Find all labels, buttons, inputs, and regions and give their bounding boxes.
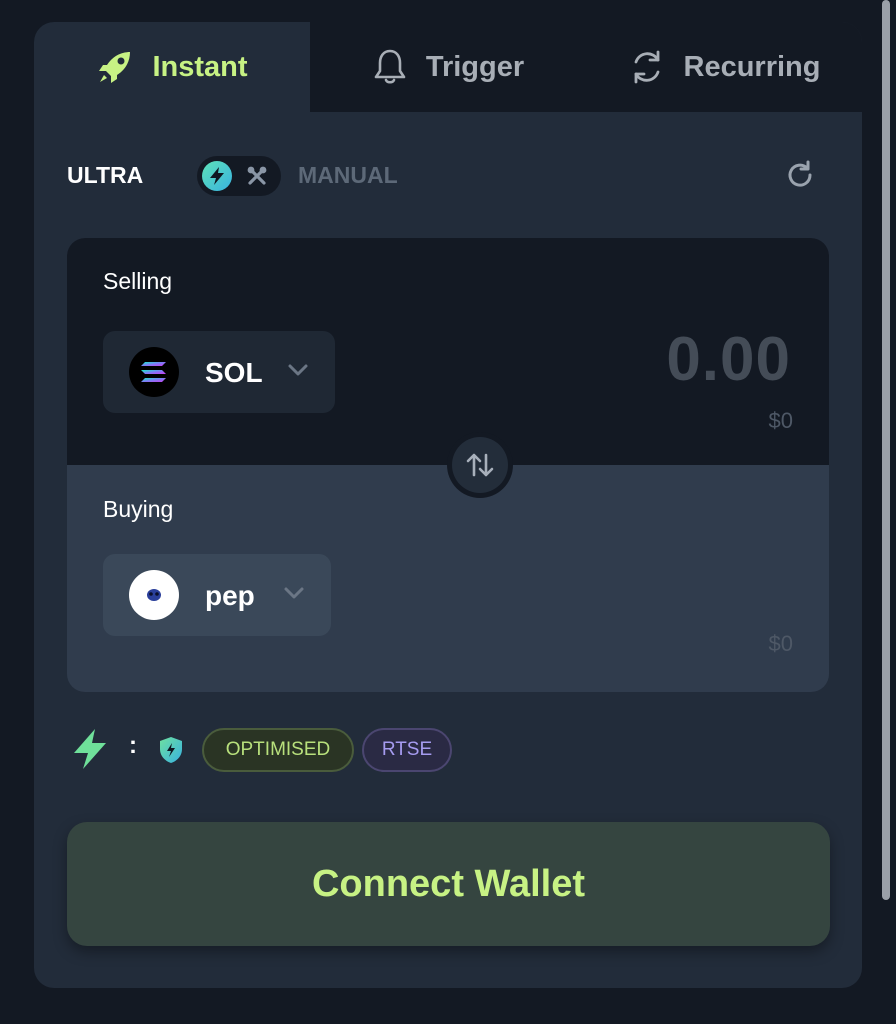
rtse-badge[interactable]: RTSE xyxy=(362,728,452,772)
swap-card: Instant Trigger Recurring ULTRA MANUAL S… xyxy=(34,22,862,988)
route-badges: : OPTIMISED RTSE xyxy=(71,726,671,772)
recurring-icon xyxy=(628,48,666,86)
rocket-icon xyxy=(96,48,134,86)
selling-label: Selling xyxy=(103,268,173,294)
swap-direction-button[interactable] xyxy=(447,432,513,498)
ultra-label[interactable]: ULTRA xyxy=(67,162,143,189)
page-scrollbar[interactable] xyxy=(882,0,890,900)
tab-trigger[interactable]: Trigger xyxy=(310,22,586,112)
selling-usd-value: $0 xyxy=(768,408,793,433)
tab-instant[interactable]: Instant xyxy=(34,22,310,112)
selling-token-symbol: SOL xyxy=(205,357,263,388)
swap-form: Selling SOL 0.00 $0 Buying pep $0 xyxy=(67,238,829,692)
ultra-manual-toggle[interactable] xyxy=(197,156,281,196)
manual-label[interactable]: MANUAL xyxy=(298,162,398,189)
buying-label: Buying xyxy=(103,496,174,522)
chevron-down-icon xyxy=(283,586,305,605)
bell-icon xyxy=(372,48,408,86)
tab-recurring[interactable]: Recurring xyxy=(586,22,862,112)
tab-trigger-label: Trigger xyxy=(425,50,525,83)
connect-wallet-button[interactable]: Connect Wallet xyxy=(67,822,830,946)
lightning-icon xyxy=(71,728,109,775)
mode-row: ULTRA MANUAL xyxy=(67,156,827,196)
buying-usd-value: $0 xyxy=(768,631,793,656)
refresh-icon[interactable] xyxy=(783,158,817,197)
lightning-icon xyxy=(202,161,232,191)
selling-section: Selling SOL 0.00 $0 xyxy=(67,238,829,465)
optimised-badge[interactable]: OPTIMISED xyxy=(202,728,354,772)
badge-separator: : xyxy=(129,732,137,759)
tab-bar: Instant Trigger Recurring xyxy=(34,22,862,112)
tools-icon xyxy=(245,164,269,193)
tab-recurring-label: Recurring xyxy=(683,50,821,83)
swap-arrows-icon xyxy=(452,437,508,493)
chevron-down-icon xyxy=(287,363,309,382)
buying-token-symbol: pep xyxy=(205,580,255,611)
sol-token-icon xyxy=(129,347,179,397)
buying-token-selector[interactable]: pep xyxy=(103,554,331,636)
tab-instant-label: Instant xyxy=(152,50,248,83)
selling-amount-input[interactable]: 0.00 xyxy=(666,324,791,395)
selling-token-selector[interactable]: SOL xyxy=(103,331,335,413)
pep-token-icon xyxy=(129,570,179,620)
shield-icon xyxy=(159,736,183,769)
